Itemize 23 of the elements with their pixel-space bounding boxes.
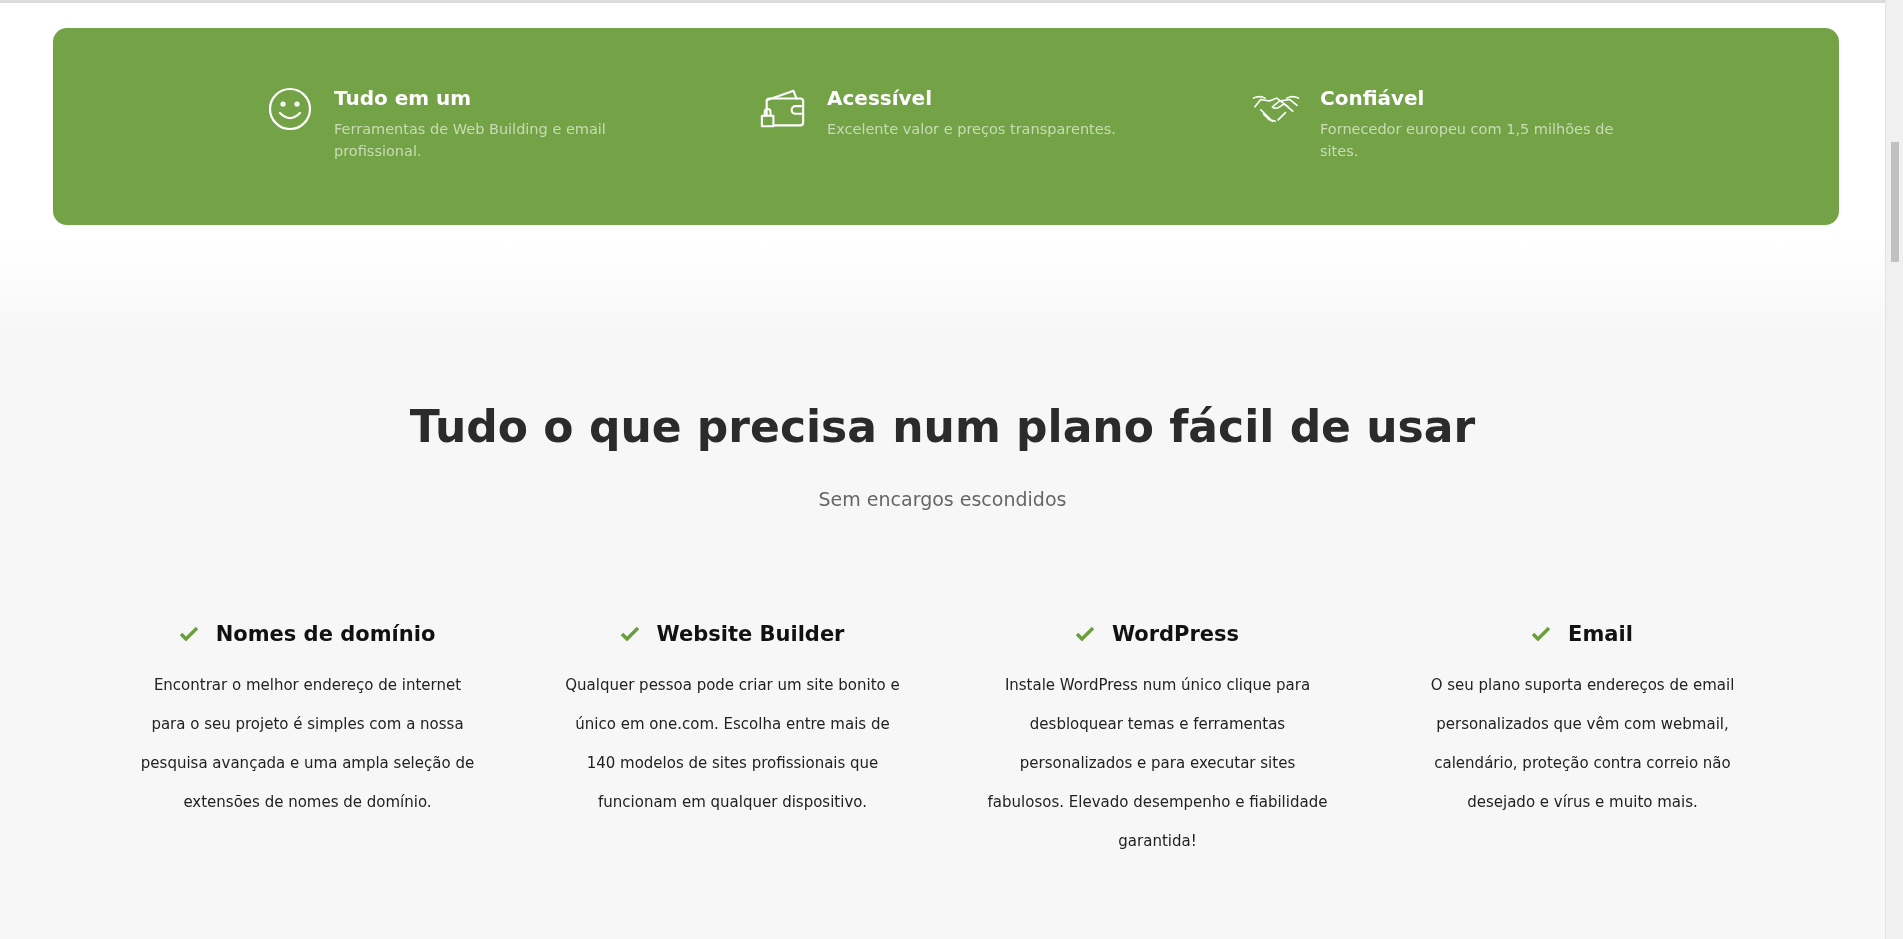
feature-title: Website Builder (656, 622, 845, 646)
feature-description: O seu plano suporta endereços de email personalizados que vêm com webmail, calendário, proteção contra correio não desejado e vírus e muito mais. (1429, 675, 1736, 813)
section-subtitle: Sem encargos escondidos (817, 488, 1068, 510)
section-heading: Tudo o que precisa num plano fácil de usar (408, 401, 1477, 452)
check-icon (1075, 627, 1094, 641)
scrollbar[interactable] (1885, 0, 1903, 939)
banner-title: Confiável (1320, 86, 1426, 110)
check-icon (620, 627, 639, 641)
banner-description: Ferramentas de Web Building e email profissional. (334, 120, 607, 161)
feature-title: WordPress (1111, 622, 1240, 646)
feature-title: Nomes de domínio (215, 622, 436, 646)
feature-description: Qualquer pessoa pode criar um site bonito e único em one.com. Escolha entre mais de 140 modelos de sites profissionais que funcionam em qualquer dispositivo. (564, 675, 901, 813)
check-icon (179, 627, 198, 641)
banner-description: Excelente valor e preços transparentes. (827, 120, 1117, 139)
banner-description: Fornecedor europeu com 1,5 milhões de sites. (1320, 120, 1615, 161)
check-icon (1532, 627, 1551, 641)
banner-title: Acessível (827, 86, 934, 110)
banner-title: Tudo em um (334, 86, 473, 110)
feature-title: Email (1568, 622, 1633, 646)
feature-description: Instale WordPress num único clique para desbloquear temas e ferramentas personalizados e para executar sites fabulosos. Elevado desempenho e fiabilidade garantida! (986, 675, 1329, 852)
scrollbar-thumb[interactable] (1890, 142, 1899, 262)
smiley-icon (267, 86, 313, 132)
feature-description: Encontrar o melhor endereço de internet para o seu projeto é simples com a nossa pesquisa avançada e uma ampla seleção de extensões de nomes de domínio. (139, 675, 476, 813)
